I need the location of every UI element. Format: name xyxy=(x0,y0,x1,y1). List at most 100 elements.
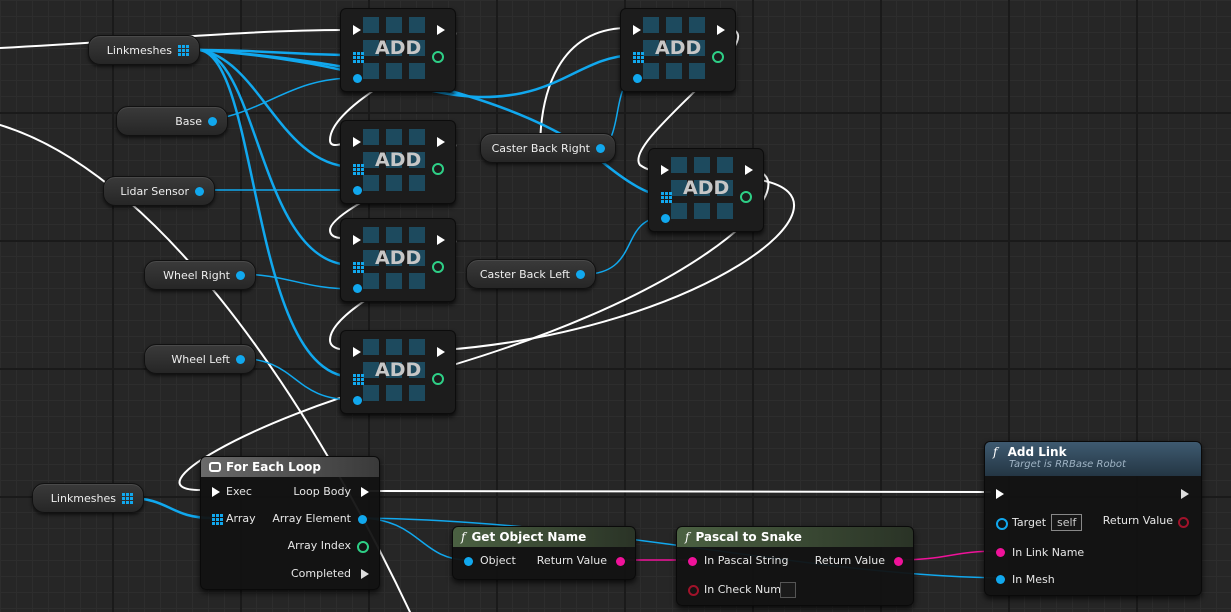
variable-label: Linkmeshes xyxy=(106,43,172,57)
for-each-loop-node[interactable]: For Each Loop Exec Array Loop Body Array… xyxy=(200,456,380,590)
add-node-title: ADD xyxy=(375,149,422,171)
index-out-pin[interactable] xyxy=(432,163,444,175)
variable-wheel-right[interactable]: Wheel Right xyxy=(144,260,256,290)
loop-icon xyxy=(209,462,221,472)
loop-body-pin[interactable] xyxy=(361,487,369,497)
item-in-pin[interactable] xyxy=(353,284,362,293)
object-pin-icon[interactable] xyxy=(236,270,245,280)
object-wire xyxy=(207,77,356,122)
object-pin-icon[interactable] xyxy=(596,143,605,153)
array-in-pin[interactable] xyxy=(353,164,364,175)
pascal-string-label: In Pascal String xyxy=(704,554,789,567)
exec-out-pin[interactable] xyxy=(1181,489,1189,499)
item-in-pin[interactable] xyxy=(353,396,362,405)
add-node-1[interactable]: ADD xyxy=(340,8,456,92)
array-in-pin[interactable] xyxy=(212,514,223,525)
object-pin-icon[interactable] xyxy=(576,269,585,279)
index-out-pin[interactable] xyxy=(432,51,444,63)
exec-in-pin[interactable] xyxy=(353,137,361,147)
return-value-pin[interactable] xyxy=(894,557,903,566)
variable-caster-back-left[interactable]: Caster Back Left xyxy=(466,259,596,289)
array-pin-icon[interactable] xyxy=(122,492,133,504)
index-out-pin[interactable] xyxy=(432,261,444,273)
check-num-pin[interactable] xyxy=(688,585,699,596)
exec-in-pin[interactable] xyxy=(353,235,361,245)
array-in-pin[interactable] xyxy=(633,52,644,63)
array-element-label: Array Element xyxy=(272,512,351,525)
completed-pin[interactable] xyxy=(361,569,369,579)
object-pin-icon[interactable] xyxy=(208,116,217,126)
node-subtitle: Target is RRBase Robot xyxy=(1009,459,1126,470)
index-out-pin[interactable] xyxy=(712,51,724,63)
item-in-pin[interactable] xyxy=(633,74,642,83)
item-in-pin[interactable] xyxy=(353,186,362,195)
variable-label: Caster Back Left xyxy=(479,267,570,281)
array-pin-icon[interactable] xyxy=(178,44,189,56)
pascal-string-pin[interactable] xyxy=(688,557,697,566)
object-wire xyxy=(198,48,354,267)
exec-in-pin[interactable] xyxy=(661,165,669,175)
object-wire xyxy=(198,48,354,379)
variable-linkmeshes-top[interactable]: Linkmeshes xyxy=(88,35,200,65)
in-mesh-pin[interactable] xyxy=(996,575,1005,584)
add-node-title: ADD xyxy=(655,37,702,59)
variable-wheel-left[interactable]: Wheel Left xyxy=(144,344,256,374)
exec-in-pin[interactable] xyxy=(212,487,220,497)
return-value-pin[interactable] xyxy=(1178,517,1189,528)
array-in-pin[interactable] xyxy=(353,374,364,385)
item-in-pin[interactable] xyxy=(661,214,670,223)
variable-caster-back-right[interactable]: Caster Back Right xyxy=(480,133,616,163)
add-node-5[interactable]: ADD xyxy=(620,8,736,92)
add-node-3[interactable]: ADD xyxy=(340,218,456,302)
exec-in-pin[interactable] xyxy=(633,25,641,35)
index-out-pin[interactable] xyxy=(432,373,444,385)
exec-in-pin[interactable] xyxy=(353,347,361,357)
exec-out-pin[interactable] xyxy=(437,25,445,35)
loop-body-label: Loop Body xyxy=(293,485,351,498)
exec-out-pin[interactable] xyxy=(745,165,753,175)
node-header: f Add Link Target is RRBase Robot xyxy=(985,442,1201,476)
add-node-4[interactable]: ADD xyxy=(340,330,456,414)
in-link-name-pin[interactable] xyxy=(996,548,1005,557)
add-node-2[interactable]: ADD xyxy=(340,120,456,204)
object-pin-icon[interactable] xyxy=(195,186,204,196)
exec-wire xyxy=(444,18,646,33)
variable-label: Linkmeshes xyxy=(50,491,116,505)
array-index-label: Array Index xyxy=(287,539,351,552)
exec-out-pin[interactable] xyxy=(437,235,445,245)
node-header: f Get Object Name xyxy=(453,527,635,547)
exec-out-pin[interactable] xyxy=(717,25,725,35)
variable-base[interactable]: Base xyxy=(116,106,228,136)
array-element-pin[interactable] xyxy=(358,515,367,524)
target-self-field[interactable]: self xyxy=(1051,514,1083,531)
pascal-to-snake-node[interactable]: f Pascal to Snake In Pascal String Retur… xyxy=(676,526,914,606)
return-value-pin[interactable] xyxy=(616,557,625,566)
array-in-pin[interactable] xyxy=(353,52,364,63)
object-in-pin[interactable] xyxy=(464,557,473,566)
add-node-title: ADD xyxy=(683,177,730,199)
return-value-label: Return Value xyxy=(536,554,607,567)
in-link-name-label: In Link Name xyxy=(1012,546,1085,559)
variable-linkmeshes-bottom[interactable]: Linkmeshes xyxy=(32,483,144,513)
array-in-pin[interactable] xyxy=(661,192,672,203)
exec-in-pin[interactable] xyxy=(996,489,1004,499)
variable-label: Lidar Sensor xyxy=(120,184,189,198)
check-num-checkbox[interactable] xyxy=(780,582,796,598)
index-out-pin[interactable] xyxy=(740,191,752,203)
item-in-pin[interactable] xyxy=(353,74,362,83)
object-pin-icon[interactable] xyxy=(236,354,245,364)
target-pin[interactable] xyxy=(996,518,1008,530)
node-title: Get Object Name xyxy=(471,530,587,544)
exec-wire xyxy=(369,490,991,493)
get-object-name-node[interactable]: f Get Object Name Object Return Value xyxy=(452,526,636,580)
add-link-node[interactable]: f Add Link Target is RRBase Robot Target… xyxy=(984,441,1202,596)
exec-in-pin[interactable] xyxy=(353,25,361,35)
completed-label: Completed xyxy=(291,567,351,580)
variable-lidar-sensor[interactable]: Lidar Sensor xyxy=(103,176,215,206)
exec-out-pin[interactable] xyxy=(437,347,445,357)
object-label: Object xyxy=(480,554,516,567)
exec-out-pin[interactable] xyxy=(437,137,445,147)
add-node-6[interactable]: ADD xyxy=(648,148,764,232)
array-in-pin[interactable] xyxy=(353,262,364,273)
array-index-pin[interactable] xyxy=(357,541,369,553)
